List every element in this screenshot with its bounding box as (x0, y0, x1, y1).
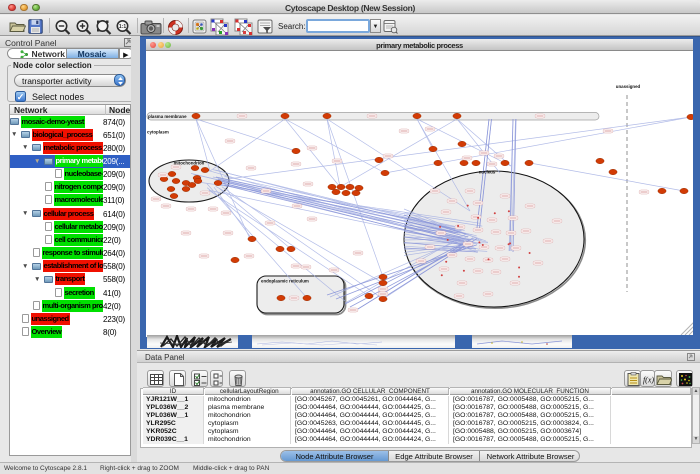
svg-text:nucleus: nucleus (479, 170, 496, 175)
svg-text:1:1: 1:1 (119, 24, 126, 30)
svg-text:plasma membrane: plasma membrane (148, 114, 187, 119)
svg-text:cytoplasm: cytoplasm (147, 130, 169, 135)
svg-text:f(x): f(x) (642, 375, 653, 384)
svg-text:mitochondrion: mitochondrion (174, 161, 205, 166)
svg-text:unassigned: unassigned (616, 84, 641, 89)
svg-text:endoplasmic reticulum: endoplasmic reticulum (261, 279, 309, 284)
